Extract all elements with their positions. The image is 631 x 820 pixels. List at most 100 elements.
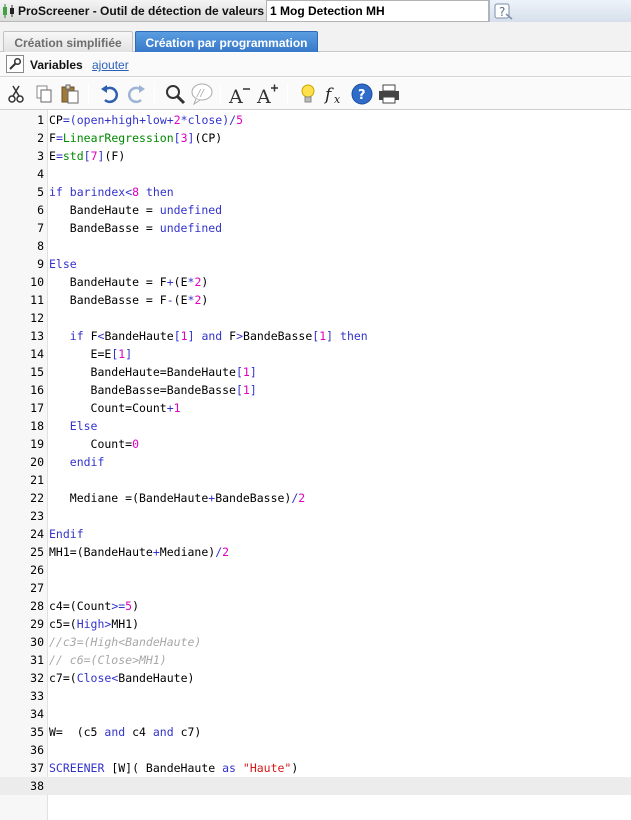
code-text: if barindex<8 then bbox=[49, 183, 174, 201]
code-line[interactable]: 18 Else bbox=[0, 417, 631, 435]
code-line[interactable]: 32 c7=(Close<BandeHaute) bbox=[0, 669, 631, 687]
code-token: (E bbox=[173, 293, 188, 307]
code-editor[interactable]: 1 CP=(open+high+low+2*close)/5 2 F=LinearRe… bbox=[0, 110, 631, 820]
code-line[interactable]: 10 BandeHaute = F+(E*2) bbox=[0, 273, 631, 291]
line-number: 30 bbox=[30, 635, 44, 649]
code-text: //c3=(High<BandeHaute) bbox=[49, 633, 201, 651]
code-line[interactable]: 37 SCREENER [W]( BandeHaute as "Haute") bbox=[0, 759, 631, 777]
line-number: 12 bbox=[30, 311, 44, 325]
code-line[interactable]: 26 bbox=[0, 561, 631, 579]
line-number: 27 bbox=[30, 581, 44, 595]
function-icon[interactable]: fx bbox=[322, 82, 346, 106]
redo-icon[interactable] bbox=[124, 82, 148, 106]
line-number: 31 bbox=[30, 653, 44, 667]
print-icon[interactable] bbox=[377, 82, 401, 106]
code-token: Mediane) bbox=[159, 545, 216, 559]
code-token: [W]( BandeHaute bbox=[104, 761, 223, 775]
code-line[interactable]: 8 bbox=[0, 237, 631, 255]
code-token: SCREENER bbox=[49, 761, 105, 775]
line-number: 34 bbox=[30, 707, 44, 721]
svg-text:?: ? bbox=[499, 5, 505, 19]
code-line[interactable]: 1 CP=(open+high+low+2*close)/5 bbox=[0, 111, 631, 129]
code-text: BandeBasse = undefined bbox=[49, 219, 222, 237]
code-line[interactable]: 20 endif bbox=[0, 453, 631, 471]
code-line[interactable]: 9 Else bbox=[0, 255, 631, 273]
code-line[interactable]: 2 F=LinearRegression[3](CP) bbox=[0, 129, 631, 147]
code-line[interactable]: 34 bbox=[0, 705, 631, 723]
code-line[interactable]: 27 bbox=[0, 579, 631, 597]
code-line[interactable]: 12 bbox=[0, 309, 631, 327]
code-line[interactable]: 11 BandeBasse = F-(E*2) bbox=[0, 291, 631, 309]
line-number: 1 bbox=[37, 113, 44, 127]
code-token: 1 bbox=[242, 365, 250, 379]
help-button[interactable]: ? bbox=[489, 0, 631, 22]
code-line[interactable]: 17 Count=Count+1 bbox=[0, 399, 631, 417]
code-token: BandeBasse bbox=[243, 329, 313, 343]
code-token: High bbox=[76, 617, 105, 631]
comment-icon[interactable]: // bbox=[190, 82, 214, 106]
code-line[interactable]: 31 // c6=(Close>MH1) bbox=[0, 651, 631, 669]
code-token: + bbox=[166, 113, 174, 127]
code-line[interactable]: 22 Mediane =(BandeHaute+BandeBasse)/2 bbox=[0, 489, 631, 507]
code-line[interactable]: 6 BandeHaute = undefined bbox=[0, 201, 631, 219]
code-line[interactable]: 19 Count=0 bbox=[0, 435, 631, 453]
code-line[interactable]: 36 bbox=[0, 741, 631, 759]
code-text: c4=(Count>=5) bbox=[49, 597, 139, 615]
line-number: 36 bbox=[30, 743, 44, 757]
code-token: (E bbox=[173, 275, 188, 289]
code-line[interactable]: 5 if barindex<8 then bbox=[0, 183, 631, 201]
code-line[interactable]: 33 bbox=[0, 687, 631, 705]
code-token: [ bbox=[235, 365, 243, 379]
line-number: 24 bbox=[30, 527, 44, 541]
code-token: ) bbox=[291, 761, 299, 775]
code-line[interactable]: 4 bbox=[0, 165, 631, 183]
code-token: MH1) bbox=[111, 617, 140, 631]
search-icon[interactable] bbox=[163, 82, 187, 106]
code-line[interactable]: 13 if F<BandeHaute[1] and F>BandeBasse[1… bbox=[0, 327, 631, 345]
increase-font-icon[interactable]: A bbox=[256, 82, 280, 106]
line-number: 17 bbox=[30, 401, 44, 415]
code-line[interactable]: 29 c5=(High>MH1) bbox=[0, 615, 631, 633]
code-line[interactable]: 38 bbox=[0, 777, 631, 795]
code-token: ] bbox=[249, 383, 257, 397]
code-token: 1 bbox=[242, 383, 250, 397]
copy-icon[interactable] bbox=[32, 82, 56, 106]
code-token: "Haute" bbox=[242, 761, 292, 775]
line-number: 38 bbox=[30, 779, 44, 793]
code-line[interactable]: 21 bbox=[0, 471, 631, 489]
decrease-font-icon[interactable]: A bbox=[228, 82, 252, 106]
code-token: 1 bbox=[180, 329, 188, 343]
code-line[interactable]: 28 c4=(Count>=5) bbox=[0, 597, 631, 615]
code-line[interactable]: 14 E=E[1] bbox=[0, 345, 631, 363]
cut-icon[interactable] bbox=[4, 82, 28, 106]
code-token: BandeBasse=BandeBasse bbox=[49, 383, 236, 397]
code-line[interactable]: 7 BandeBasse = undefined bbox=[0, 219, 631, 237]
variables-label: Variables bbox=[30, 58, 83, 72]
code-token: 1 bbox=[173, 401, 181, 415]
paste-icon[interactable] bbox=[58, 82, 82, 106]
code-line[interactable]: 16 BandeBasse=BandeBasse[1] bbox=[0, 381, 631, 399]
code-token: std bbox=[62, 149, 84, 163]
code-line[interactable]: 3 E=std[7](F) bbox=[0, 147, 631, 165]
code-line[interactable]: 23 bbox=[0, 507, 631, 525]
tab-programming-creation[interactable]: Création par programmation bbox=[135, 31, 318, 52]
code-text: Count=Count+1 bbox=[49, 399, 181, 417]
wrench-icon[interactable] bbox=[6, 55, 24, 73]
code-line[interactable]: 15 BandeHaute=BandeHaute[1] bbox=[0, 363, 631, 381]
svg-text:?: ? bbox=[358, 88, 366, 103]
add-variable-link[interactable]: ajouter bbox=[92, 58, 129, 72]
tab-simplified-creation[interactable]: Création simplifiée bbox=[3, 31, 133, 52]
screener-name-field[interactable]: 1 Mog Detection MH bbox=[266, 0, 489, 22]
undo-icon[interactable] bbox=[98, 82, 122, 106]
code-line[interactable]: 35 W= (c5 and c4 and c7) bbox=[0, 723, 631, 741]
help-icon[interactable]: ? bbox=[350, 82, 374, 106]
code-line[interactable]: 24 Endif bbox=[0, 525, 631, 543]
code-line[interactable]: 30 //c3=(High<BandeHaute) bbox=[0, 633, 631, 651]
code-text: c5=(High>MH1) bbox=[49, 615, 139, 633]
lightbulb-icon[interactable] bbox=[296, 82, 320, 106]
code-line[interactable]: 25 MH1=(BandeHaute+Mediane)/2 bbox=[0, 543, 631, 561]
code-token: BandeHaute bbox=[104, 329, 174, 343]
code-token: c5=( bbox=[49, 617, 77, 631]
code-token: open bbox=[76, 113, 105, 127]
